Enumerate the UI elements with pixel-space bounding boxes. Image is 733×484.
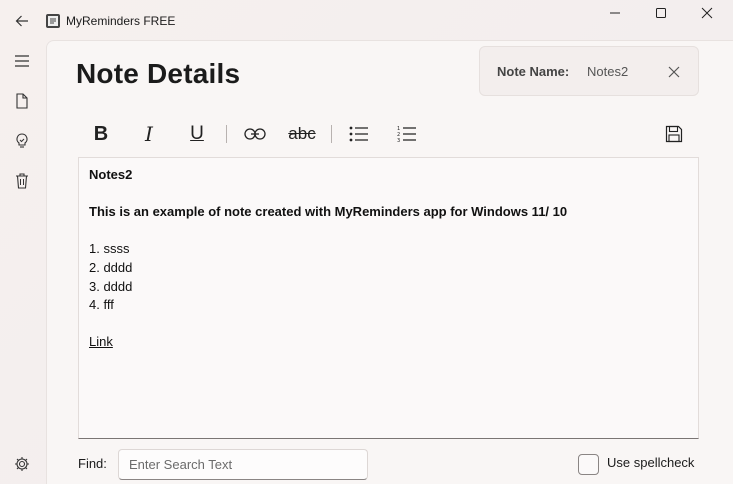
close-window-button[interactable] — [684, 0, 730, 26]
list-item: 4. fff — [89, 297, 114, 313]
list-item: 2. dddd — [89, 259, 133, 275]
close-icon — [701, 7, 713, 19]
strikethrough-button[interactable]: abc — [284, 118, 320, 150]
italic-button[interactable]: I — [131, 118, 167, 150]
italic-icon: I — [145, 122, 153, 146]
note-title-text: Notes2 — [89, 167, 133, 182]
note-heading-text: This is an example of note created with … — [89, 204, 568, 220]
numbered-list-icon: 123 — [397, 126, 416, 143]
note-name-label: Note Name: — [497, 64, 570, 79]
nav-item-trash[interactable] — [8, 167, 36, 195]
nav-item-settings[interactable] — [8, 450, 36, 478]
note-name-close-button[interactable] — [663, 61, 685, 83]
find-label: Find: — [78, 456, 107, 471]
note-link[interactable]: Link — [89, 334, 113, 349]
toolbar-divider — [331, 125, 332, 143]
gear-icon — [15, 457, 29, 471]
note-editor[interactable]: Notes2 This is an example of note create… — [78, 157, 699, 439]
bullet-list-icon — [349, 126, 368, 142]
save-icon — [665, 125, 683, 143]
toolbar-divider — [226, 125, 227, 143]
app-window: MyReminders FREE Note Details Note Name:… — [0, 0, 733, 484]
back-button[interactable] — [8, 8, 36, 34]
maximize-button[interactable] — [638, 0, 684, 26]
minimize-icon — [610, 12, 620, 14]
bold-icon: B — [93, 122, 109, 145]
list-item: 1. ssss — [89, 241, 130, 257]
close-icon — [668, 66, 680, 78]
list-item: 3. dddd — [89, 278, 133, 294]
underline-icon: U — [190, 123, 204, 144]
minimize-button[interactable] — [592, 0, 638, 26]
note-name-panel: Note Name: Notes2 — [479, 46, 699, 96]
nav-menu-button[interactable] — [8, 47, 36, 75]
app-title: MyReminders FREE — [66, 14, 176, 28]
side-nav — [0, 40, 46, 484]
hamburger-menu-icon — [15, 55, 29, 67]
note-name-value[interactable]: Notes2 — [587, 64, 628, 79]
back-arrow-icon — [15, 15, 28, 27]
nav-item-reminders[interactable] — [8, 127, 36, 155]
spellcheck-label[interactable]: Use spellcheck — [607, 455, 694, 470]
trash-icon — [16, 173, 28, 189]
nav-item-notes[interactable] — [8, 87, 36, 115]
save-button[interactable] — [656, 118, 692, 150]
title-bar: MyReminders FREE — [0, 0, 733, 40]
search-input[interactable] — [118, 449, 368, 480]
app-logo-icon — [45, 13, 61, 29]
underline-button[interactable]: U — [179, 118, 215, 150]
numbered-list-button[interactable]: 123 — [389, 118, 425, 150]
document-icon — [16, 93, 28, 109]
strikethrough-icon: abc — [288, 124, 316, 143]
svg-text:3: 3 — [397, 138, 400, 143]
spellcheck-checkbox[interactable] — [578, 454, 599, 475]
link-button[interactable] — [237, 118, 273, 150]
lightbulb-icon — [16, 133, 28, 148]
bullet-list-button[interactable] — [341, 118, 377, 150]
maximize-icon — [656, 8, 666, 18]
bold-button[interactable]: B — [83, 118, 119, 150]
link-icon — [244, 128, 266, 140]
page-title: Note Details — [76, 58, 241, 89]
